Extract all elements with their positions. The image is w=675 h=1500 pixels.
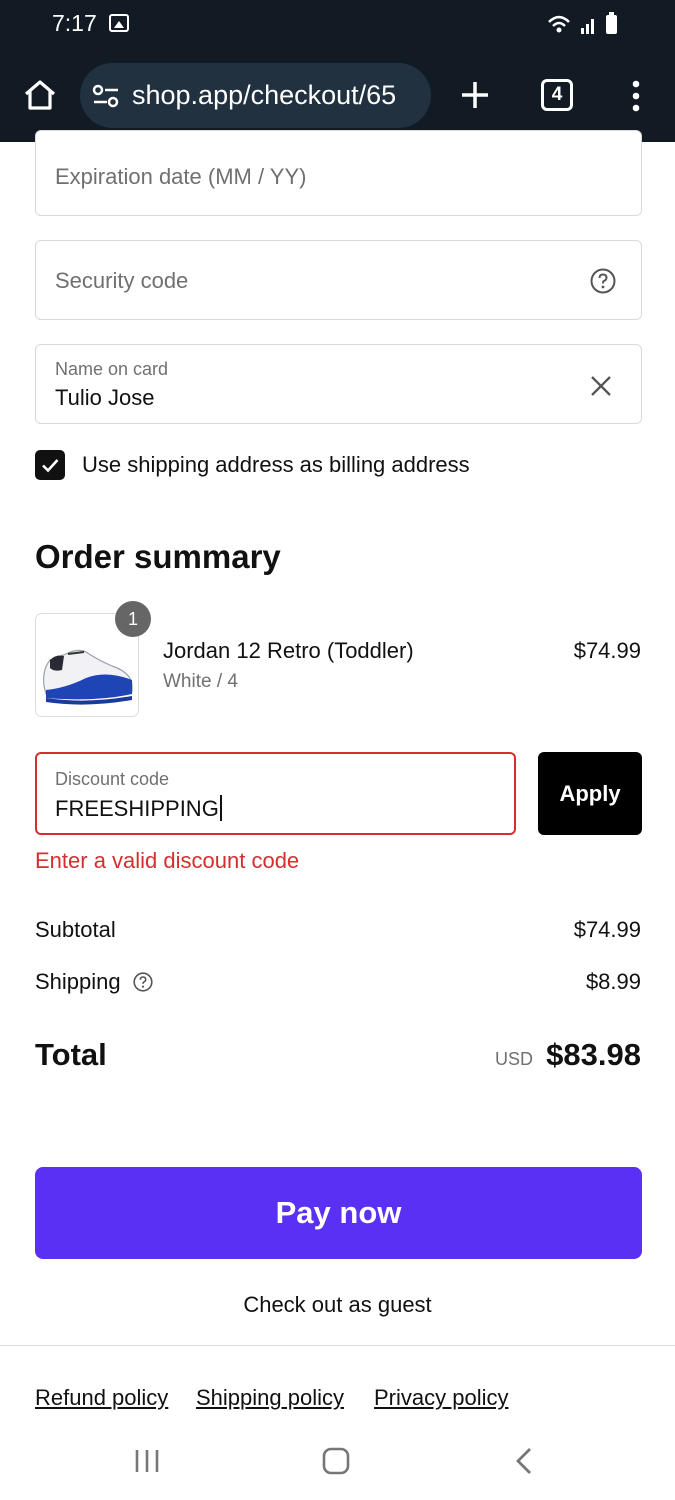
product-variant: White / 4 [163, 671, 238, 692]
refund-policy-link[interactable]: Refund policy [35, 1385, 168, 1411]
total-value: $83.98 [546, 1037, 641, 1072]
clear-icon[interactable] [589, 374, 613, 398]
discount-code-text: FREESHIPPING [55, 796, 219, 821]
url-text: shop.app/checkout/65 [132, 80, 397, 110]
shipping-policy-link[interactable]: Shipping policy [196, 1385, 344, 1411]
name-on-card-value: Tulio Jose [55, 385, 155, 410]
privacy-policy-link[interactable]: Privacy policy [374, 1385, 508, 1411]
expiration-date-field[interactable]: Expiration date (MM / YY) [35, 130, 642, 216]
footer-divider [0, 1345, 675, 1346]
subtotal-value: $74.99 [573, 917, 641, 942]
shipping-label: Shipping [35, 969, 121, 994]
home-icon[interactable] [22, 77, 58, 113]
quantity-badge: 1 [115, 601, 151, 637]
more-menu-icon[interactable] [630, 80, 642, 112]
help-icon[interactable] [590, 268, 616, 294]
back-icon[interactable] [512, 1446, 536, 1476]
billing-address-label[interactable]: Use shipping address as billing address [82, 452, 470, 478]
total-label: Total [35, 1037, 107, 1072]
product-name: Jordan 12 Retro (Toddler) [163, 638, 414, 663]
site-settings-icon[interactable] [92, 83, 120, 109]
status-time: 7:17 [52, 10, 97, 36]
apply-button[interactable]: Apply [538, 752, 642, 835]
name-on-card-label: Name on card [55, 359, 169, 379]
browser-chrome: 7:17 shop.app/checkout/65 4 [0, 0, 675, 142]
url-bar[interactable]: shop.app/checkout/65 [80, 63, 431, 128]
total-currency: USD [494, 1049, 533, 1069]
shipping-help-icon[interactable] [133, 972, 153, 992]
tab-switcher-button[interactable]: 4 [541, 79, 573, 111]
shipping-value: $8.99 [585, 969, 641, 994]
security-code-field[interactable]: Security code [35, 240, 642, 320]
checkmark-icon [42, 459, 59, 473]
billing-address-checkbox[interactable] [35, 450, 65, 480]
product-price: $74.99 [573, 638, 641, 663]
subtotal-label: Subtotal [35, 917, 116, 942]
discount-code-label: Discount code [55, 769, 170, 789]
security-code-placeholder: Security code [55, 268, 189, 293]
guest-checkout-link[interactable]: Check out as guest [0, 1292, 675, 1318]
new-tab-icon[interactable] [459, 79, 491, 111]
name-on-card-field[interactable]: Name on card Tulio Jose [35, 344, 642, 424]
discount-code-field[interactable]: Discount code FREESHIPPING [35, 752, 516, 835]
recents-icon[interactable] [133, 1448, 161, 1474]
order-summary-title: Order summary [35, 538, 281, 575]
system-home-icon[interactable] [322, 1447, 350, 1475]
gallery-notification-icon [109, 14, 129, 32]
expiration-date-placeholder: Expiration date (MM / YY) [55, 164, 307, 189]
status-icons [548, 12, 617, 34]
pay-now-button[interactable]: Pay now [35, 1167, 642, 1259]
discount-code-value: FREESHIPPING [55, 795, 222, 822]
text-caret [219, 795, 222, 821]
discount-error-message: Enter a valid discount code [35, 848, 300, 873]
